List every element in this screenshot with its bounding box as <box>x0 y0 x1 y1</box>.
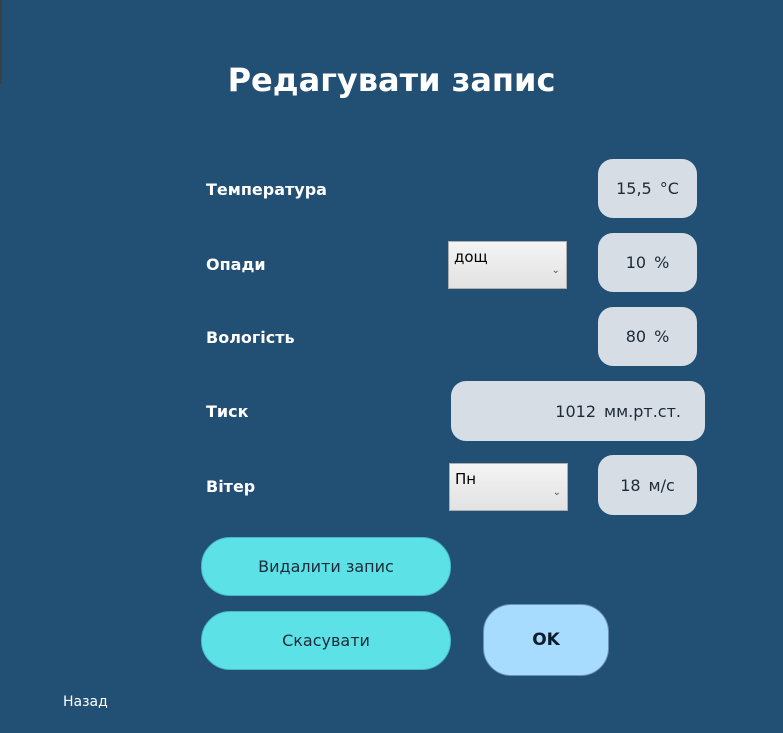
wind-direction-value: Пн <box>455 470 477 488</box>
precipitation-value: 10 <box>625 253 647 272</box>
chevron-down-icon: ⌄ <box>552 487 561 498</box>
temperature-value: 15,5 <box>616 179 652 198</box>
precipitation-field[interactable]: 10 % <box>598 233 697 292</box>
cancel-button[interactable]: Скасувати <box>201 611 451 670</box>
humidity-unit: % <box>654 327 670 346</box>
temperature-label: Температура <box>206 180 327 199</box>
precipitation-unit: % <box>654 253 670 272</box>
ok-button[interactable]: OK <box>483 604 609 676</box>
wind-label: Вітер <box>206 477 256 496</box>
humidity-label: Вологість <box>206 328 295 347</box>
pressure-unit: мм.рт.ст. <box>604 401 681 421</box>
edit-record-window: Редагувати запис Температура 15,5 °C Опа… <box>0 0 783 733</box>
precipitation-label: Опади <box>206 255 266 274</box>
temperature-field[interactable]: 15,5 °C <box>598 159 697 218</box>
chevron-down-icon: ⌄ <box>551 265 560 276</box>
wind-field[interactable]: 18 м/с <box>598 455 697 515</box>
humidity-value: 80 <box>625 327 647 346</box>
pressure-label: Тиск <box>206 402 249 421</box>
pressure-field[interactable]: 1012 мм.рт.ст. <box>451 381 705 441</box>
pressure-value: 1012 <box>555 401 596 421</box>
humidity-field[interactable]: 80 % <box>598 307 697 366</box>
temperature-unit: °C <box>659 179 679 198</box>
back-link[interactable]: Назад <box>63 694 108 710</box>
wind-value: 18 <box>620 475 641 495</box>
precipitation-type-value: дощ <box>454 248 488 266</box>
wind-unit: м/с <box>648 475 675 495</box>
page-title: Редагувати запис <box>227 61 556 99</box>
wind-direction-select[interactable]: Пн ⌄ <box>449 463 568 511</box>
delete-record-button[interactable]: Видалити запис <box>201 537 451 596</box>
precipitation-type-select[interactable]: дощ ⌄ <box>448 241 567 289</box>
